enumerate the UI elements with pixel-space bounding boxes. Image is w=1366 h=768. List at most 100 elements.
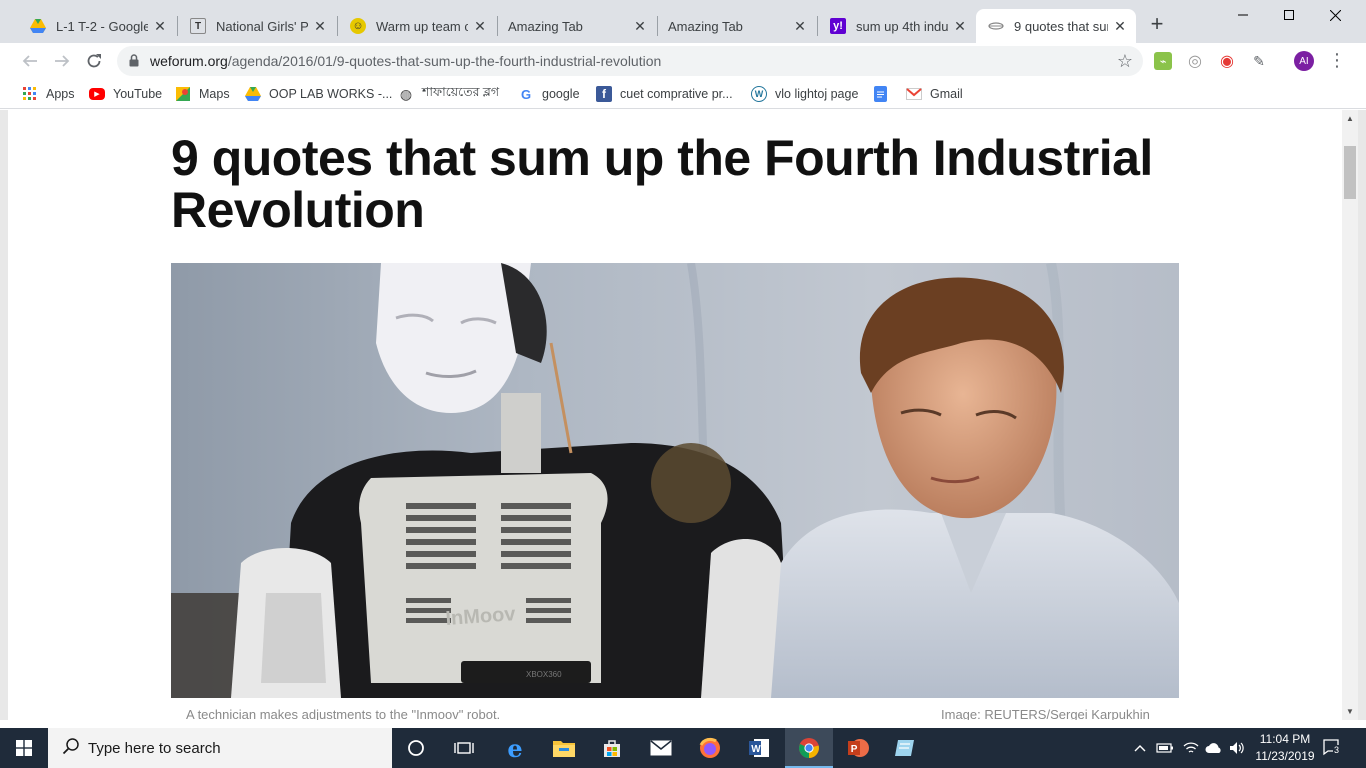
reload-button[interactable] [82,49,106,73]
notification-count: 3 [1333,745,1341,755]
close-icon[interactable]: ✕ [792,18,808,34]
bookmark-star-icon[interactable]: ☆ [1117,51,1133,72]
forward-button[interactable] [50,49,74,73]
store-icon [604,740,620,757]
apps-grid-icon [22,86,38,102]
bookmark-label: YouTube [113,87,163,101]
show-hidden-icons-icon[interactable] [1131,728,1149,768]
wordpress-icon: W [751,86,767,102]
page-scrollbar[interactable]: ▲ ▼ [1342,110,1358,720]
bookmark-label: Maps [199,87,230,101]
maximize-button[interactable] [1266,0,1312,30]
powerpoint-icon: P [848,739,869,757]
article-headline: 9 quotes that sum up the Fourth Industri… [171,130,1153,238]
bookmark-oop-lab[interactable]: OOP LAB WORKS -... [245,85,392,103]
taskbar-clock[interactable]: 11:04 PM 11/23/2019 [1252,731,1318,765]
bookmark-google[interactable]: G google [518,85,580,103]
extension-target-icon[interactable]: ◉ [1218,52,1236,70]
taskbar-app[interactable] [882,728,930,768]
close-window-button[interactable] [1312,0,1358,30]
taskbar-file-explorer[interactable] [540,728,588,768]
tab-4[interactable]: Amazing Tab ✕ [498,9,656,43]
tab-title: 9 quotes that sum [1014,18,1108,34]
task-view-button[interactable] [440,728,488,768]
google-drive-icon [30,18,46,34]
tab-active[interactable]: 9 quotes that sum ✕ [976,9,1136,43]
bookmark-lightoj[interactable]: W vlo lightoj page [751,85,858,103]
bookmark-cuet[interactable]: f cuet comprative pr... [596,85,733,103]
taskbar-powerpoint[interactable]: P [834,728,882,768]
close-icon[interactable]: ✕ [1112,18,1128,34]
windows-logo-icon [16,740,32,756]
taskbar-search[interactable]: Type here to search [48,728,392,768]
extension-chat-icon[interactable]: ◎ [1186,52,1204,70]
minimize-button[interactable] [1220,0,1266,30]
taskbar-mail[interactable] [637,728,685,768]
lock-icon [129,54,139,72]
back-button[interactable] [18,49,42,73]
bookmark-docs[interactable] [874,85,895,103]
url-path: /agenda/2016/01/9-quotes-that-sum-up-the… [227,53,662,69]
tab-2[interactable]: T National Girls' Pro ✕ [178,9,336,43]
onedrive-cloud-icon[interactable] [1203,728,1225,768]
scroll-up-arrow-icon[interactable]: ▲ [1346,114,1354,123]
youtube-icon: ▶ [89,88,105,100]
bookmark-youtube[interactable]: ▶ YouTube [89,85,162,103]
word-icon: W [749,739,769,757]
facebook-icon: f [596,86,612,102]
menu-icon[interactable]: ⋮ [1328,50,1346,70]
address-bar[interactable]: weforum.org/agenda/2016/01/9-quotes-that… [117,46,1143,76]
close-icon [1329,9,1341,21]
extension-pen-icon[interactable]: ✎ [1250,52,1268,70]
start-button[interactable] [0,728,48,768]
windows-taskbar: Type here to search e W P 11:04 PM 11/23… [0,728,1366,768]
bookmarks-bar: Apps ▶ YouTube Maps OOP LAB WORKS -... ◍… [0,79,1366,109]
notification-center-button[interactable]: 3 [1322,738,1341,761]
bookmark-label: Gmail [930,87,963,101]
tab-title: Amazing Tab [508,18,583,34]
scroll-down-arrow-icon[interactable]: ▼ [1346,707,1354,716]
cortana-button[interactable] [392,728,440,768]
close-icon[interactable]: ✕ [632,18,648,34]
scrollbar-thumb[interactable] [1344,146,1356,199]
hero-image: InMoov XBOX360 [171,263,1179,698]
chrome-icon [799,738,819,759]
taskbar-firefox[interactable] [686,728,734,768]
taskbar-chrome[interactable] [785,728,833,768]
tab-5[interactable]: Amazing Tab ✕ [658,9,816,43]
bookmark-gmail[interactable]: Gmail [906,85,963,103]
folder-icon [553,741,575,757]
page-left-gutter [0,110,8,720]
taskbar-word[interactable]: W [735,728,783,768]
battery-icon[interactable] [1154,728,1176,768]
volume-icon[interactable] [1226,728,1248,768]
google-drive-icon [245,86,261,102]
taskbar-store[interactable] [588,728,636,768]
extension-clip-icon[interactable]: ⌁ [1154,52,1172,70]
robot-photo: InMoov XBOX360 [171,263,1179,698]
taskbar-edge[interactable]: e [491,728,539,768]
new-tab-button[interactable]: + [1147,13,1167,35]
profile-avatar[interactable]: AI [1294,51,1314,71]
wifi-icon[interactable] [1180,728,1202,768]
close-icon[interactable]: ✕ [472,18,488,34]
google-docs-icon [874,86,887,102]
svg-text:P: P [851,744,858,755]
close-icon[interactable]: ✕ [152,18,168,34]
tab-1[interactable]: L-1 T-2 - Google D ✕ [18,9,176,43]
bookmark-label: শাফায়েতের ব্লগ [422,85,500,99]
close-icon[interactable]: ✕ [312,18,328,34]
bookmark-maps[interactable]: Maps [175,85,230,103]
tab-6[interactable]: y! sum up 4th indust ✕ [818,9,976,43]
close-icon[interactable]: ✕ [952,18,968,34]
search-placeholder: Type here to search [88,739,221,757]
tab-title: sum up 4th indust [856,18,948,34]
svg-text:W: W [751,744,761,755]
maps-icon [175,86,191,102]
bookmark-apps[interactable]: Apps [22,85,75,103]
tab-title: Warm up team co [376,18,468,34]
reload-icon [87,54,101,68]
bookmark-blog[interactable]: ◍ শাফায়েতের ব্লগ [398,85,499,103]
bookmark-label: cuet comprative pr... [620,87,733,101]
tab-3[interactable]: ☺ Warm up team co ✕ [338,9,496,43]
